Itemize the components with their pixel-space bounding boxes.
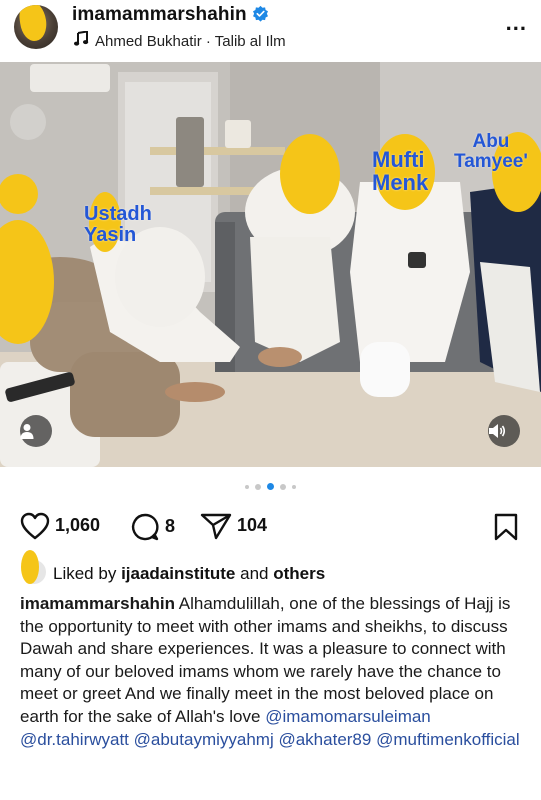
like-count[interactable]: 1,060: [55, 515, 100, 535]
comment-count[interactable]: 8: [165, 516, 175, 536]
liker-avatar[interactable]: [20, 550, 48, 588]
carousel-dot: [280, 484, 286, 490]
music-note-icon: [74, 31, 89, 46]
caption-username[interactable]: imamammarshahin: [20, 594, 175, 613]
comment-action[interactable]: 8: [130, 512, 175, 542]
photo-label-mufti-menk: Mufti Menk: [372, 147, 429, 196]
audio-info[interactable]: Ahmed Bukhatir · Talib al Ilm: [73, 31, 286, 50]
share-action[interactable]: 104: [200, 512, 267, 540]
share-icon[interactable]: [200, 512, 232, 540]
more-icon[interactable]: ...: [506, 10, 527, 36]
mention-link[interactable]: @imamomarsuleiman: [265, 707, 431, 726]
carousel-dot-active: [267, 483, 274, 490]
post-photo[interactable]: Ustadh Yasin Mufti Menk Abu Tamyee': [0, 62, 541, 467]
avatar[interactable]: [14, 5, 58, 49]
mention-link[interactable]: @dr.tahirwyatt: [20, 730, 129, 749]
heart-icon[interactable]: [20, 512, 50, 540]
mention-link[interactable]: @abutaymiyyahmj: [134, 730, 274, 749]
caption: imamammarshahin Alhamdulillah, one of th…: [20, 593, 526, 751]
username[interactable]: imamammarshahin: [72, 4, 247, 25]
bookmark-icon[interactable]: [494, 513, 518, 541]
carousel-indicator: [0, 483, 541, 490]
comment-icon[interactable]: [130, 512, 160, 542]
carousel-dot: [255, 484, 261, 490]
liked-by-and: and: [240, 564, 269, 583]
liked-by-prefix: Liked by: [53, 564, 117, 583]
user-tag-icon[interactable]: [20, 415, 52, 447]
share-count[interactable]: 104: [237, 515, 267, 535]
photo-label-abu-tamyee: Abu Tamyee': [454, 131, 528, 172]
action-bar: 1,060 8 104: [0, 508, 541, 548]
mention-link[interactable]: @akhater89: [278, 730, 371, 749]
photo-scene: [0, 62, 541, 467]
liked-by-row[interactable]: Liked by ijaadainstitute and others: [20, 550, 540, 593]
save-action[interactable]: [494, 513, 518, 541]
speaker-icon[interactable]: [488, 415, 520, 447]
audio-label: Ahmed Bukhatir · Talib al Ilm: [95, 33, 286, 50]
liked-by-text: Liked by ijaadainstitute and others: [53, 564, 325, 584]
verified-badge-icon: [252, 5, 268, 22]
liked-by-others[interactable]: others: [273, 564, 325, 583]
carousel-dot: [292, 485, 296, 489]
like-action[interactable]: 1,060: [20, 512, 100, 540]
photo-label-ustadh-yasin: Ustadh Yasin: [84, 203, 152, 246]
carousel-dot: [245, 485, 249, 489]
post-header: imamammarshahin Ahmed Bukhatir · Talib a…: [0, 0, 541, 58]
username-row[interactable]: imamammarshahin: [72, 4, 269, 26]
mention-link[interactable]: @muftimenkofficial: [376, 730, 520, 749]
liked-by-user[interactable]: ijaadainstitute: [121, 564, 235, 583]
